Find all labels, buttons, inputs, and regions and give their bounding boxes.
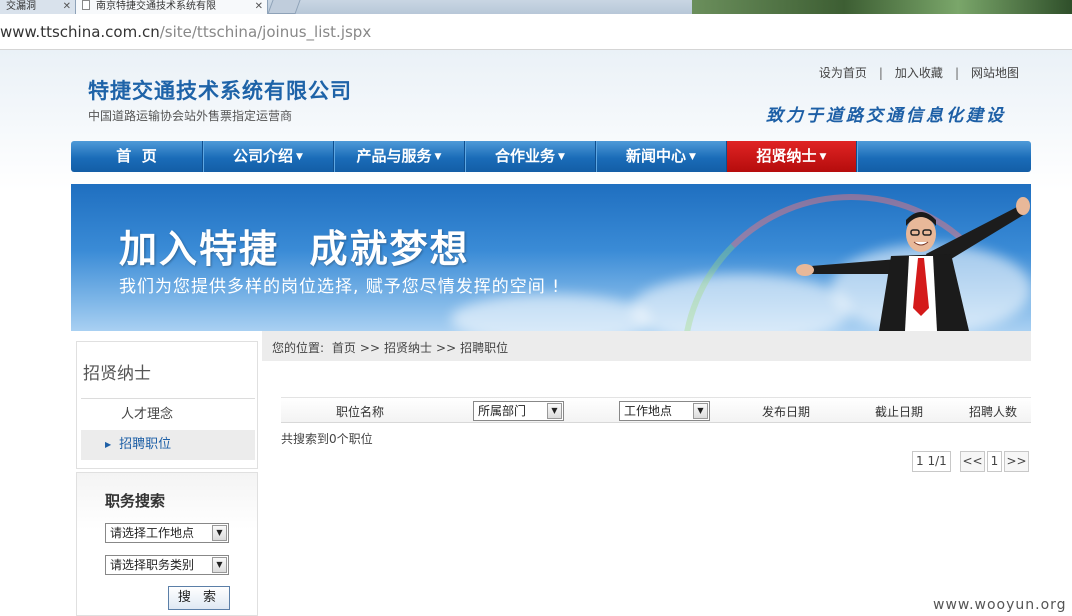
category-select[interactable]: 请选择职务类别 ▼	[105, 555, 229, 575]
sidebar-title: 招贤纳士	[83, 364, 151, 384]
browser-tab-strip: 交漏洞 ✕ 南京特捷交通技术系统有限 ✕	[0, 0, 1072, 14]
nav-label: 合作业务	[495, 147, 556, 165]
breadcrumb-careers[interactable]: 招贤纳士	[384, 341, 432, 355]
nav-label: 公司介绍	[233, 147, 294, 165]
address-bar[interactable]: www.ttschina.com.cn/site/ttschina/joinus…	[0, 14, 1072, 50]
banner-subtitle: 我们为您提供多样的岗位选择, 赋予您尽情发挥的空间 !	[119, 277, 561, 297]
company-name[interactable]: 特捷交通技术系统有限公司	[88, 75, 352, 105]
page-icon	[82, 0, 90, 10]
banner-title: 加入特捷 成就梦想	[119, 227, 470, 271]
select-value: 工作地点	[624, 404, 673, 418]
job-search-panel: 职务搜索 请选择工作地点 ▼ 请选择职务类别 ▼ 搜 索	[76, 472, 258, 616]
jobs-table-header: 职位名称 所属部门 ▼ 工作地点 ▼ 发布日期 截止日期 招聘人数	[281, 397, 1031, 423]
nav-item-news[interactable]: 新闻中心 ▼	[596, 141, 727, 172]
company-subtitle: 中国道路运输协会站外售票指定运营商	[88, 109, 293, 123]
url-text[interactable]: www.ttschina.com.cn/site/ttschina/joinus…	[0, 23, 371, 41]
column-publish-date: 发布日期	[762, 405, 811, 419]
chevron-down-icon[interactable]: ▼	[693, 403, 708, 419]
chevron-down-icon[interactable]: ▼	[547, 403, 562, 419]
separator: |	[954, 66, 959, 80]
main-nav: 首 页 公司介绍 ▼ 产品与服务 ▼ 合作业务 ▼ 新闻中心 ▼ 招贤纳士 ▼	[71, 141, 1031, 172]
breadcrumb-separator: >>	[436, 341, 457, 355]
browser-theme-background	[692, 0, 1072, 14]
sitemap-link[interactable]: 网站地图	[971, 66, 1019, 80]
watermark: www.wooyun.org	[933, 597, 1067, 613]
location-filter-select[interactable]: 工作地点 ▼	[619, 401, 710, 421]
pager-info: 1 1/1	[912, 451, 951, 472]
add-favorite-link[interactable]: 加入收藏	[895, 66, 943, 80]
chevron-down-icon: ▼	[296, 152, 303, 162]
select-value: 所属部门	[478, 404, 527, 418]
column-headcount: 招聘人数	[969, 405, 1018, 419]
nav-label: 招贤纳士	[756, 147, 817, 165]
browser-tab-active[interactable]: 南京特捷交通技术系统有限 ✕	[76, 0, 268, 14]
tab-close-icon[interactable]: ✕	[63, 0, 71, 13]
pager-prev-button[interactable]: <<	[960, 451, 985, 472]
nav-label: 新闻中心	[626, 147, 687, 165]
chevron-down-icon: ▼	[689, 152, 696, 162]
pager-next-button[interactable]: >>	[1004, 451, 1029, 472]
breadcrumb: 您的位置: 首页 >> 招贤纳士 >> 招聘职位	[272, 339, 512, 356]
cloud-shape	[451, 294, 651, 331]
breadcrumb-prefix: 您的位置:	[272, 341, 325, 355]
tab-title: 交漏洞	[6, 1, 36, 12]
browser-tab-inactive[interactable]: 交漏洞 ✕	[0, 0, 76, 14]
column-position: 职位名称	[336, 405, 385, 419]
pager-page-button[interactable]: 1	[987, 451, 1002, 472]
select-value: 请选择工作地点	[110, 526, 195, 540]
breadcrumb-separator: >>	[359, 341, 380, 355]
result-summary: 共搜索到0个职位	[281, 432, 373, 446]
department-filter-select[interactable]: 所属部门 ▼	[473, 401, 564, 421]
column-deadline: 截止日期	[875, 405, 924, 419]
nav-label: 首 页	[116, 147, 157, 165]
chevron-down-icon[interactable]: ▼	[212, 525, 227, 541]
breadcrumb-current: 招聘职位	[460, 341, 509, 355]
tab-close-icon[interactable]: ✕	[255, 0, 263, 13]
sidebar: 招贤纳士 人才理念 ▶ 招聘职位	[76, 341, 258, 469]
nav-item-careers[interactable]: 招贤纳士 ▼	[727, 141, 857, 172]
nav-item-home[interactable]: 首 页	[71, 141, 203, 172]
url-host: www.ttschina.com.cn	[0, 23, 160, 41]
chevron-down-icon: ▼	[819, 152, 827, 162]
nav-label: 产品与服务	[356, 147, 432, 165]
divider	[81, 398, 255, 399]
breadcrumb-bar: 您的位置: 首页 >> 招贤纳士 >> 招聘职位	[262, 331, 1031, 361]
job-search-title: 职务搜索	[105, 492, 166, 510]
nav-item-products[interactable]: 产品与服务 ▼	[334, 141, 465, 172]
chevron-down-icon: ▼	[434, 152, 442, 162]
careers-banner: 加入特捷 成就梦想 我们为您提供多样的岗位选择, 赋予您尽情发挥的空间 !	[71, 184, 1031, 331]
separator: |	[878, 66, 883, 80]
slogan: 致力于道路交通信息化建设	[766, 106, 1006, 126]
sidebar-item-label: 人才理念	[121, 407, 174, 422]
caret-right-icon: ▶	[105, 440, 112, 449]
chevron-down-icon: ▼	[558, 152, 565, 162]
nav-item-about[interactable]: 公司介绍 ▼	[203, 141, 334, 172]
sidebar-item-label: 招聘职位	[119, 437, 172, 452]
url-path: /site/ttschina/joinus_list.jspx	[159, 23, 372, 41]
chevron-down-icon[interactable]: ▼	[212, 557, 227, 573]
set-homepage-link[interactable]: 设为首页	[819, 66, 867, 80]
new-tab-button[interactable]	[267, 0, 301, 14]
sidebar-item-talent-concept[interactable]: 人才理念	[81, 400, 255, 430]
nav-item-cooperation[interactable]: 合作业务 ▼	[465, 141, 596, 172]
businessman-illustration	[796, 197, 1030, 331]
search-button[interactable]: 搜 索	[168, 586, 230, 610]
top-links: 设为首页 | 加入收藏 | 网站地图	[819, 64, 1019, 81]
select-value: 请选择职务类别	[110, 558, 195, 572]
location-select[interactable]: 请选择工作地点 ▼	[105, 523, 229, 543]
tab-title: 南京特捷交通技术系统有限	[96, 1, 216, 12]
breadcrumb-home[interactable]: 首页	[332, 341, 356, 355]
sidebar-item-job-openings[interactable]: ▶ 招聘职位	[81, 430, 255, 460]
